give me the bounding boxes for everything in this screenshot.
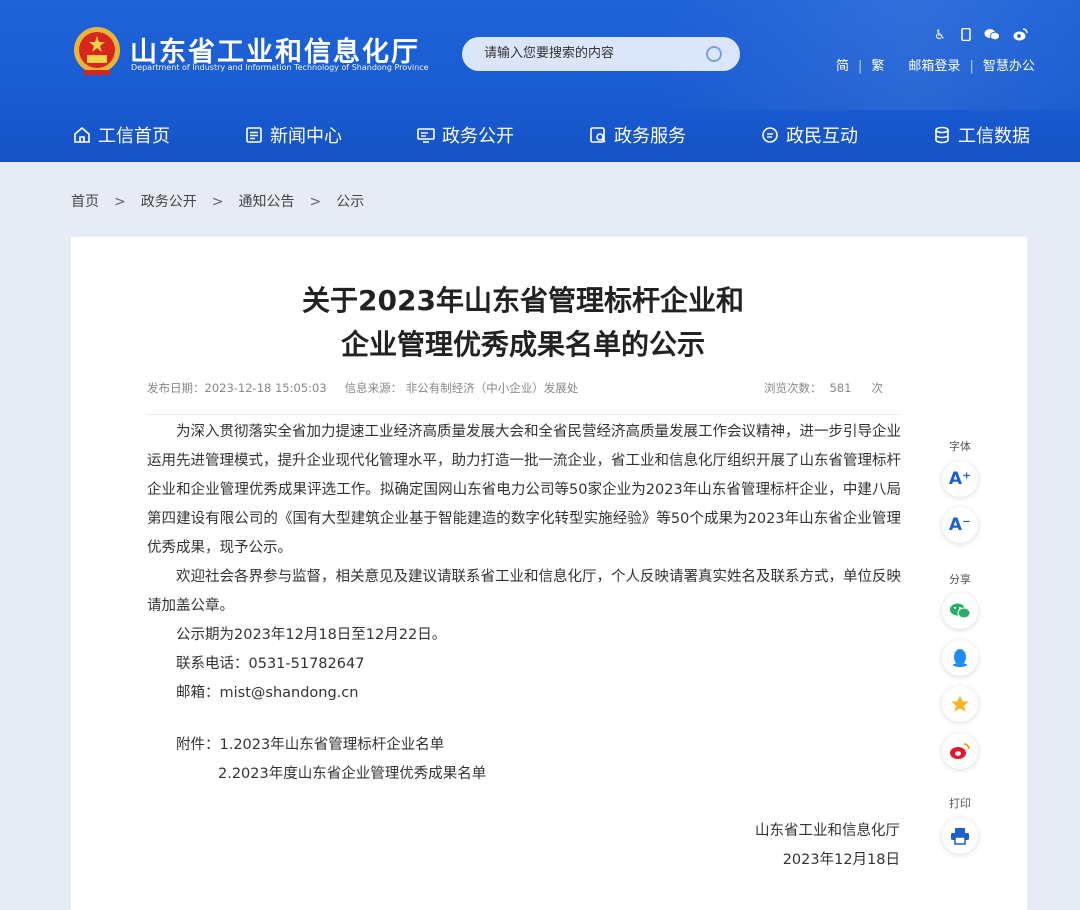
mobile-icon[interactable]: [958, 27, 974, 44]
weibo-icon: [950, 743, 970, 759]
qq-icon: [953, 649, 967, 667]
meta-date: 发布日期：2023-12-18 15:05:03: [147, 381, 327, 395]
weibo-icon[interactable]: [1012, 28, 1028, 44]
article-body: 为深入贯彻落实全省加力提速工业经济高质量发展大会和全省民营经济高质量发展工作会议…: [147, 418, 901, 708]
paragraph-email: 邮箱：mist@shandong.cn: [176, 685, 359, 701]
news-icon: [246, 127, 262, 143]
link-mail-login[interactable]: 邮箱登录: [908, 55, 960, 74]
nav-item-home[interactable]: 工信首页: [72, 122, 170, 148]
home-icon: [74, 126, 90, 143]
printer-icon: [951, 828, 969, 845]
nav-label: 工信首页: [98, 126, 170, 147]
share-favorite-button[interactable]: [942, 686, 978, 722]
service-icon: [590, 127, 606, 143]
monitor-icon: [417, 128, 435, 143]
wechat-icon[interactable]: [984, 28, 1000, 44]
nav-item-news[interactable]: 新闻中心: [244, 122, 342, 148]
nav-item-gov-open[interactable]: 政务公开: [416, 122, 514, 148]
main-nav: 工信首页 新闻中心 政务公开 政务服务 政民互动 工信数据: [0, 122, 1080, 148]
share-weibo-button[interactable]: [942, 733, 978, 769]
paragraph-period: 公示期为2023年12月18日至12月22日。: [176, 627, 447, 643]
nav-label: 政民互动: [786, 126, 858, 147]
paragraph-intro: 为深入贯彻落实全省加力提速工业经济高质量发展大会和全省民营经济高质量发展工作会议…: [147, 424, 901, 556]
signature: 山东省工业和信息化厅 2023年12月18日: [755, 817, 900, 875]
link-simplified[interactable]: 简: [836, 55, 849, 74]
search-input[interactable]: [482, 45, 706, 62]
site-subtitle: Department of Industry and Information T…: [131, 63, 429, 72]
paragraph-phone: 联系电话：0531-51782647: [176, 656, 365, 672]
divider: [147, 414, 899, 415]
breadcrumb-gov-open[interactable]: 政务公开: [141, 191, 197, 211]
chat-icon: [762, 127, 778, 143]
nav-label: 新闻中心: [270, 126, 342, 147]
breadcrumb-home[interactable]: 首页: [71, 191, 99, 211]
paragraph-supervision: 欢迎社会各界参与监督，相关意见及建议请联系省工业和信息化厅，个人反映请署真实姓名…: [147, 569, 901, 614]
attachment-2[interactable]: 2.2023年度山东省企业管理优秀成果名单: [218, 760, 486, 789]
sign-date: 2023年12月18日: [782, 852, 900, 868]
meta-views-count: 581: [829, 381, 852, 395]
nav-item-data[interactable]: 工信数据: [932, 122, 1030, 148]
article-title: 关于2023年山东省管理标杆企业和 企业管理优秀成果名单的公示: [147, 279, 899, 367]
meta-source: 信息来源： 非公有制经济（中小企业）发展处: [344, 381, 579, 395]
database-icon: [935, 126, 949, 144]
breadcrumb-separator: >: [114, 194, 126, 210]
wechat-icon: [950, 603, 971, 619]
breadcrumb: 首页 > 政务公开 > 通知公告 > 公示: [71, 191, 364, 211]
star-icon: [951, 695, 969, 712]
meta-views: 浏览次数： 581 次: [764, 380, 883, 396]
breadcrumb-notices[interactable]: 通知公告: [238, 191, 294, 211]
link-separator: |: [858, 59, 863, 74]
nav-label: 政务服务: [614, 126, 686, 147]
print-label: 打印: [949, 797, 971, 810]
breadcrumb-separator: >: [211, 194, 224, 210]
nav-item-interaction[interactable]: 政民互动: [760, 122, 858, 148]
link-smart-office[interactable]: 智慧办公: [983, 55, 1035, 74]
nav-item-gov-service[interactable]: 政务服务: [588, 122, 686, 148]
meta-views-unit: 次: [871, 381, 883, 395]
article-title-line2: 企业管理优秀成果名单的公示: [340, 328, 705, 361]
breadcrumb-current[interactable]: 公示: [336, 191, 364, 211]
article-card: 关于2023年山东省管理标杆企业和 企业管理优秀成果名单的公示 发布日期：202…: [71, 237, 1027, 910]
header-tools: ♿: [930, 27, 1030, 46]
link-traditional[interactable]: 繁: [871, 55, 884, 74]
font-size-label: 字体: [949, 440, 971, 453]
share-wechat-button[interactable]: [942, 593, 978, 629]
accessibility-icon[interactable]: ♿: [932, 28, 948, 44]
nav-label: 工信数据: [958, 126, 1030, 147]
font-increase-button[interactable]: A⁺: [942, 461, 978, 497]
nav-label: 政务公开: [442, 126, 514, 147]
header-links: 简 | 繁 邮箱登录 | 智慧办公: [830, 55, 1035, 74]
article-meta: 发布日期：2023-12-18 15:05:03 信息来源： 非公有制经济（中小企…: [147, 380, 578, 396]
share-qq-button[interactable]: [942, 640, 978, 676]
search-icon[interactable]: [706, 46, 722, 62]
share-label: 分享: [949, 573, 971, 586]
site-header: 山东省工业和信息化厅 Department of Industry and In…: [0, 0, 1080, 162]
font-decrease-button[interactable]: A⁻: [942, 507, 978, 543]
search-box: [462, 37, 740, 71]
breadcrumb-separator: >: [309, 194, 322, 210]
print-button[interactable]: [942, 818, 978, 854]
link-separator: |: [969, 59, 974, 74]
meta-views-label: 浏览次数：: [764, 381, 822, 395]
article-title-line1: 关于2023年山东省管理标杆企业和: [302, 284, 744, 317]
national-emblem-icon: [74, 27, 120, 75]
attachment-1[interactable]: 附件：1.2023年山东省管理标杆企业名单: [176, 731, 444, 760]
signer: 山东省工业和信息化厅: [755, 823, 900, 839]
